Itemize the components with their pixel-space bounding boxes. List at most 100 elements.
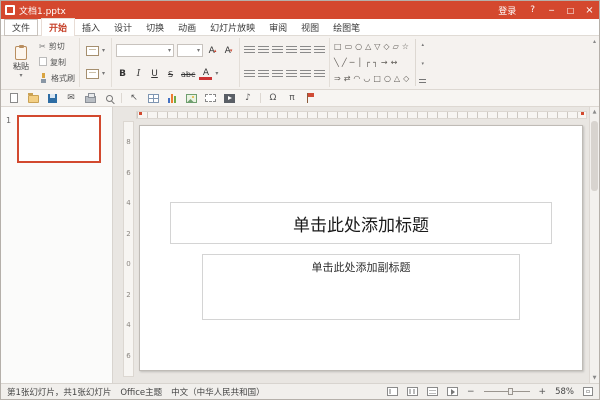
- save-button[interactable]: [45, 92, 59, 105]
- chevron-down-icon: ▾: [19, 73, 22, 79]
- zoom-slider[interactable]: [484, 387, 530, 396]
- paste-button[interactable]: 粘贴 ▾: [7, 44, 35, 81]
- print-button[interactable]: [83, 92, 97, 105]
- shapes-group: □▭○△▽◇▱☆ ╲╱─│┌┐→↔ ⇒⇄◠◡□○△◇ ▴ ▾: [330, 38, 430, 87]
- copy-button[interactable]: 复制: [39, 56, 75, 69]
- maximize-button[interactable]: □: [561, 1, 580, 19]
- scrollbar-thumb[interactable]: [591, 121, 598, 191]
- select-tool-button[interactable]: ↖: [127, 92, 141, 105]
- decrease-font-button[interactable]: A▾: [222, 44, 235, 57]
- subtitle-placeholder[interactable]: 单击此处添加副标题: [202, 254, 520, 320]
- title-placeholder[interactable]: 单击此处添加标题: [170, 202, 552, 244]
- media-icon: [224, 94, 235, 103]
- theme-name[interactable]: Office主题: [120, 386, 162, 398]
- insert-picture-button[interactable]: [184, 92, 198, 105]
- insert-media-button[interactable]: [222, 92, 236, 105]
- ruler-number: 4: [126, 321, 130, 329]
- shapes-more-icon[interactable]: [419, 79, 426, 83]
- align-center-button[interactable]: [258, 70, 269, 79]
- zoom-out-button[interactable]: −: [467, 387, 475, 397]
- zoom-slider-thumb[interactable]: [508, 388, 513, 395]
- print-preview-button[interactable]: [102, 92, 116, 105]
- close-button[interactable]: ×: [580, 1, 599, 19]
- font-size-select[interactable]: ▾: [177, 44, 203, 57]
- login-button[interactable]: 登录: [491, 4, 523, 17]
- shapes-scroll-down-icon[interactable]: ▾: [421, 61, 424, 67]
- increase-indent-button[interactable]: [286, 46, 297, 55]
- clear-formatting-button[interactable]: abc: [180, 68, 196, 81]
- cut-button[interactable]: ✂ 剪切: [39, 40, 75, 53]
- tab-file[interactable]: 文件: [4, 19, 38, 36]
- align-left-button[interactable]: [244, 70, 255, 79]
- decrease-indent-button[interactable]: [272, 46, 283, 55]
- tab-insert[interactable]: 插入: [75, 19, 107, 36]
- tab-design[interactable]: 设计: [107, 19, 139, 36]
- slideshow-view-button[interactable]: [447, 387, 458, 396]
- zoom-in-button[interactable]: +: [539, 387, 547, 397]
- tab-transitions[interactable]: 切换: [139, 19, 171, 36]
- slide-sorter-view-button[interactable]: [407, 387, 418, 396]
- titlebar: 文档1.pptx 登录 ? ─ □ ×: [1, 1, 599, 19]
- insert-symbol-button[interactable]: Ω: [266, 92, 280, 105]
- justify-button[interactable]: [286, 70, 297, 79]
- bold-button[interactable]: B: [116, 68, 129, 81]
- tab-animation[interactable]: 动画: [171, 19, 203, 36]
- scroll-up-icon[interactable]: ▲: [593, 109, 597, 115]
- tab-home[interactable]: 开始: [41, 18, 75, 37]
- shapes-row[interactable]: ╲╱─│┌┐→↔: [334, 56, 412, 69]
- ruler-number: 4: [126, 199, 130, 207]
- tab-slideshow[interactable]: 幻灯片放映: [203, 19, 262, 36]
- new-document-button[interactable]: [7, 92, 21, 105]
- bullet-list-button[interactable]: [244, 46, 255, 55]
- new-slide-button[interactable]: ▾: [84, 43, 107, 58]
- quick-toolbar: ✉ ↖ ♪ Ω π: [1, 90, 599, 107]
- font-color-button[interactable]: A: [199, 68, 212, 80]
- align-right-button[interactable]: [272, 70, 283, 79]
- text-direction-button[interactable]: [314, 46, 325, 55]
- insert-chart-button[interactable]: [165, 92, 179, 105]
- shapes-row[interactable]: □▭○△▽◇▱☆: [334, 40, 412, 53]
- email-button[interactable]: ✉: [64, 92, 78, 105]
- insert-audio-button[interactable]: ♪: [241, 92, 255, 105]
- scroll-down-icon[interactable]: ▼: [593, 375, 597, 381]
- numbered-list-button[interactable]: [258, 46, 269, 55]
- strikethrough-button[interactable]: S: [164, 68, 177, 81]
- fit-slide-to-window-button[interactable]: [583, 387, 593, 396]
- tab-view[interactable]: 视图: [294, 19, 326, 36]
- shapes-scroll-up-icon[interactable]: ▴: [421, 42, 424, 48]
- slide-layout-icon: [86, 69, 99, 79]
- line-spacing-button[interactable]: [300, 46, 311, 55]
- shapes-gallery[interactable]: □▭○△▽◇▱☆ ╲╱─│┌┐→↔ ⇒⇄◠◡□○△◇: [334, 39, 412, 86]
- reading-view-button[interactable]: [427, 387, 438, 396]
- slide-layout-button[interactable]: ▾: [84, 67, 107, 82]
- increase-font-button[interactable]: A▴: [206, 44, 219, 57]
- help-button[interactable]: ?: [523, 5, 542, 15]
- insert-formula-button[interactable]: π: [285, 92, 299, 105]
- format-painter-button[interactable]: 格式刷: [39, 72, 75, 85]
- open-file-button[interactable]: [26, 92, 40, 105]
- minimize-button[interactable]: ─: [542, 1, 561, 19]
- columns-button[interactable]: [300, 70, 311, 79]
- flag-button[interactable]: [304, 92, 318, 105]
- text-align-vertical-button[interactable]: [314, 70, 325, 79]
- ribbon-tab-bar: 文件 开始 插入 设计 切换 动画 幻灯片放映 审阅 视图 绘图笔: [1, 19, 599, 36]
- italic-button[interactable]: I: [132, 68, 145, 81]
- normal-view-button[interactable]: [387, 387, 398, 396]
- font-name-select[interactable]: ▾: [116, 44, 174, 57]
- slide-canvas[interactable]: 单击此处添加标题 单击此处添加副标题: [139, 125, 583, 371]
- language-indicator[interactable]: 中文（中华人民共和国）: [171, 386, 265, 398]
- vertical-ruler[interactable]: 8 6 4 2 0 2 4 6: [123, 121, 134, 377]
- tab-draw[interactable]: 绘图笔: [326, 19, 367, 36]
- screenshot-button[interactable]: [203, 92, 217, 105]
- horizontal-ruler[interactable]: [136, 111, 587, 119]
- slide-thumbnail[interactable]: [17, 115, 101, 163]
- slide-number: 1: [6, 116, 11, 125]
- collapse-ribbon-icon[interactable]: ▴: [593, 38, 596, 45]
- insert-table-button[interactable]: [146, 92, 160, 105]
- tab-review[interactable]: 审阅: [262, 19, 294, 36]
- zoom-percentage[interactable]: 58%: [555, 387, 574, 397]
- title-placeholder-text: 单击此处添加标题: [293, 211, 429, 236]
- shapes-row[interactable]: ⇒⇄◠◡□○△◇: [334, 72, 412, 85]
- underline-button[interactable]: U: [148, 68, 161, 81]
- ruler-number: 2: [126, 230, 130, 238]
